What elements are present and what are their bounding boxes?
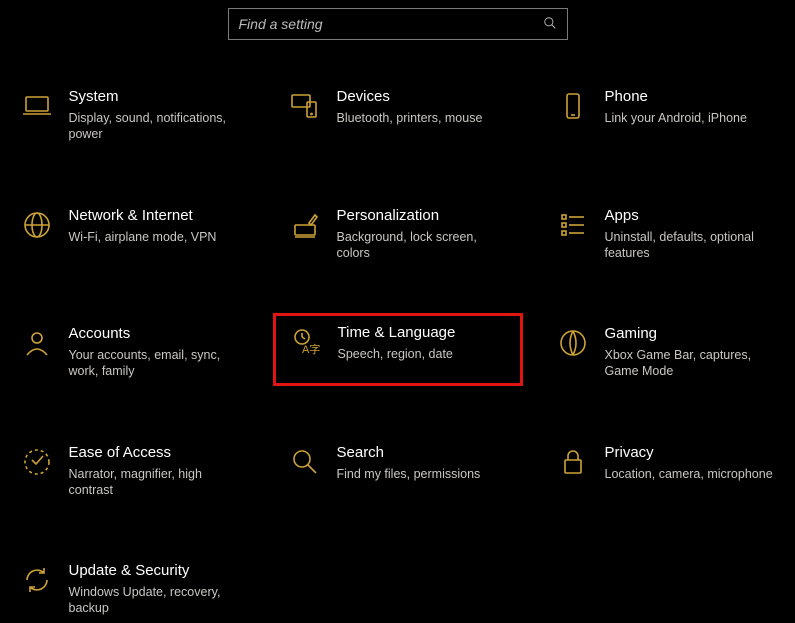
tile-subtitle: Location, camera, microphone xyxy=(605,466,773,482)
tile-subtitle: Display, sound, notifications, power xyxy=(69,110,241,143)
settings-tile-gaming[interactable]: Gaming Xbox Game Bar, captures, Game Mode xyxy=(541,319,791,386)
settings-tile-privacy[interactable]: Privacy Location, camera, microphone xyxy=(541,438,791,505)
tile-subtitle: Wi-Fi, airplane mode, VPN xyxy=(69,229,217,245)
settings-tile-devices[interactable]: Devices Bluetooth, printers, mouse xyxy=(273,82,523,149)
settings-tile-phone[interactable]: Phone Link your Android, iPhone xyxy=(541,82,791,149)
settings-tile-apps[interactable]: Apps Uninstall, defaults, optional featur… xyxy=(541,201,791,268)
search-icon xyxy=(281,444,329,478)
tile-subtitle: Link your Android, iPhone xyxy=(605,110,747,126)
settings-tile-personalization[interactable]: Personalization Background, lock screen, … xyxy=(273,201,523,268)
settings-tile-system[interactable]: System Display, sound, notifications, pow… xyxy=(5,82,255,149)
tile-title: Ease of Access xyxy=(69,444,241,462)
tile-title: Search xyxy=(337,444,481,462)
search-container xyxy=(0,0,795,82)
tile-title: Update & Security xyxy=(69,562,241,580)
settings-tile-search[interactable]: Search Find my files, permissions xyxy=(273,438,523,505)
tile-title: Devices xyxy=(337,88,483,106)
tile-subtitle: Narrator, magnifier, high contrast xyxy=(69,466,241,499)
tile-subtitle: Find my files, permissions xyxy=(337,466,481,482)
settings-tile-time-language[interactable]: Time & Language Speech, region, date xyxy=(273,313,523,386)
settings-tile-update-security[interactable]: Update & Security Windows Update, recover… xyxy=(5,556,255,623)
tile-subtitle: Xbox Game Bar, captures, Game Mode xyxy=(605,347,777,380)
tile-title: Time & Language xyxy=(338,324,456,342)
tile-subtitle: Uninstall, defaults, optional features xyxy=(605,229,777,262)
settings-tile-network[interactable]: Network & Internet Wi-Fi, airplane mode, … xyxy=(5,201,255,268)
lock-icon xyxy=(549,444,597,478)
tile-title: System xyxy=(69,88,241,106)
tile-title: Personalization xyxy=(337,207,509,225)
person-icon xyxy=(13,325,61,359)
brush-icon xyxy=(281,207,329,241)
list-icon xyxy=(549,207,597,241)
laptop-icon xyxy=(13,88,61,122)
search-box[interactable] xyxy=(228,8,568,40)
tile-subtitle: Your accounts, email, sync, work, family xyxy=(69,347,241,380)
gaming-icon xyxy=(549,325,597,359)
settings-tile-ease-of-access[interactable]: Ease of Access Narrator, magnifier, high … xyxy=(5,438,255,505)
tile-title: Network & Internet xyxy=(69,207,217,225)
devices-icon xyxy=(281,88,329,122)
tile-title: Accounts xyxy=(69,325,241,343)
tile-title: Gaming xyxy=(605,325,777,343)
tile-subtitle: Background, lock screen, colors xyxy=(337,229,509,262)
search-input[interactable] xyxy=(239,16,543,32)
sync-icon xyxy=(13,562,61,596)
tile-title: Apps xyxy=(605,207,777,225)
globe-icon xyxy=(13,207,61,241)
settings-tile-accounts[interactable]: Accounts Your accounts, email, sync, work… xyxy=(5,319,255,386)
ease-icon xyxy=(13,444,61,478)
tile-subtitle: Bluetooth, printers, mouse xyxy=(337,110,483,126)
tile-title: Phone xyxy=(605,88,747,106)
time-lang-icon xyxy=(282,324,330,358)
settings-grid: System Display, sound, notifications, pow… xyxy=(0,82,795,623)
tile-subtitle: Speech, region, date xyxy=(338,346,456,362)
tile-title: Privacy xyxy=(605,444,773,462)
tile-subtitle: Windows Update, recovery, backup xyxy=(69,584,241,617)
search-icon xyxy=(543,16,557,33)
phone-icon xyxy=(549,88,597,122)
